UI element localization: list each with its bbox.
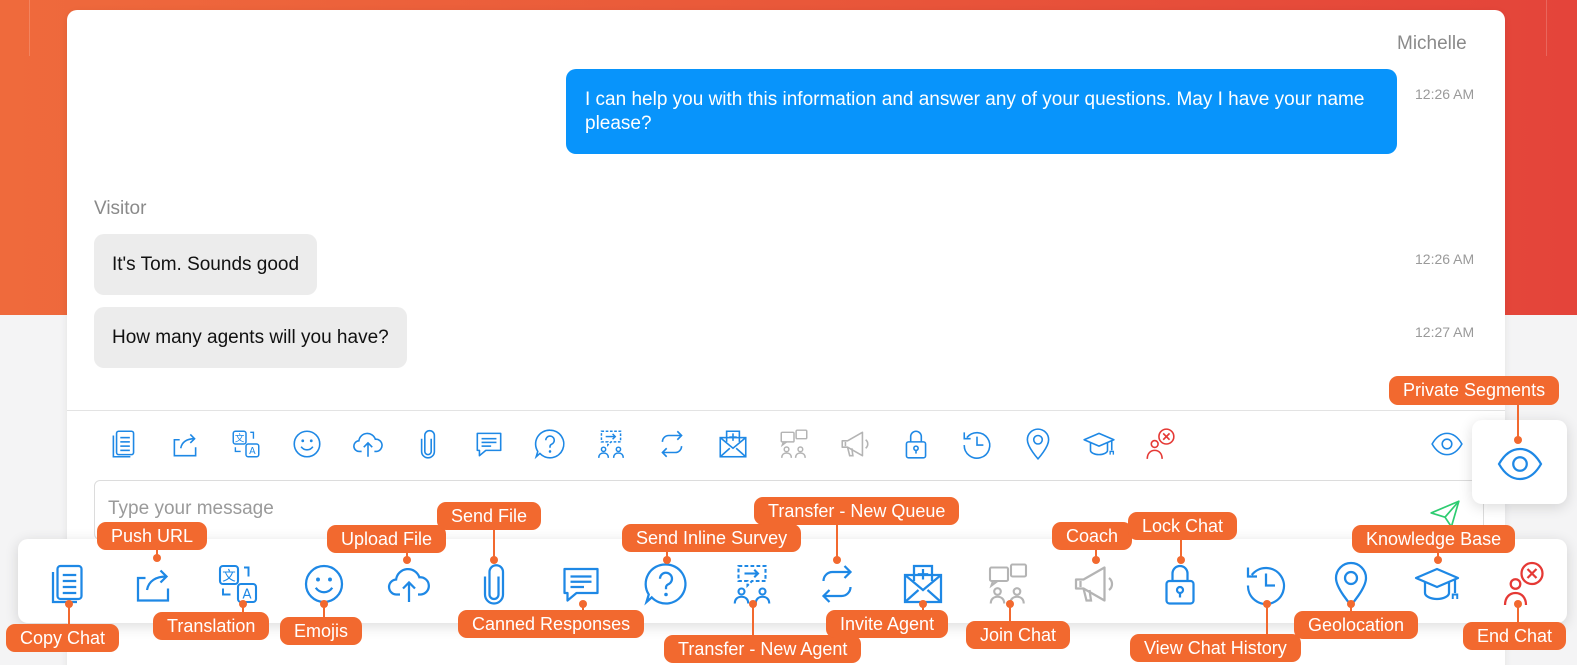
- callout-end-chat: End Chat: [1463, 622, 1567, 650]
- visitor-message-time: 12:26 AM: [1415, 251, 1475, 267]
- paperclip-icon: [470, 560, 518, 608]
- callout-knowledge-base: Knowledge Base: [1352, 525, 1516, 553]
- callout-coach: Coach: [1052, 522, 1133, 550]
- callout-dot: [153, 554, 161, 562]
- visitor-message-time: 12:27 AM: [1415, 324, 1475, 340]
- callout-transfer-new-queue: Transfer - New Queue: [754, 497, 960, 525]
- coach-icon[interactable]: [838, 427, 872, 461]
- transfer-new-agent-icon[interactable]: [594, 427, 628, 461]
- emoji-icon[interactable]: [290, 427, 324, 461]
- callout-dot: [833, 556, 841, 564]
- push-url-icon[interactable]: [168, 427, 202, 461]
- join-chat-icon[interactable]: [777, 427, 811, 461]
- callout-transfer-new-agent: Transfer - New Agent: [664, 635, 862, 663]
- end-chat-icon[interactable]: [1143, 427, 1177, 461]
- callout-dot: [1434, 556, 1442, 564]
- callout-send-file: Send File: [437, 502, 542, 530]
- callout-private-segments: Private Segments: [1389, 376, 1560, 405]
- callout-push-url: Push URL: [97, 522, 208, 550]
- push-url-icon: [129, 560, 177, 608]
- callout-dot: [239, 600, 247, 608]
- callout-dot: [1347, 600, 1355, 608]
- translation-icon[interactable]: [229, 427, 263, 461]
- agent-name: Michelle: [1397, 33, 1467, 54]
- visitor-message-bubble: It's Tom. Sounds good: [94, 234, 318, 295]
- end-chat-icon: [1499, 560, 1547, 608]
- callout-emojis: Emojis: [280, 617, 363, 645]
- knowledge-base-icon: [1413, 560, 1461, 608]
- callout-dot: [1177, 556, 1185, 564]
- transfer-new-queue-icon: [813, 560, 861, 608]
- callout-dot: [663, 556, 671, 564]
- visitor-name: Visitor: [94, 198, 147, 219]
- callout-dot: [1263, 600, 1271, 608]
- inline-survey-icon: [642, 560, 690, 608]
- callout-dot: [490, 556, 498, 564]
- callout-dot: [403, 556, 411, 564]
- callout-dot: [1006, 600, 1014, 608]
- callout-send-inline-survey: Send Inline Survey: [622, 524, 802, 552]
- eye-icon: [1496, 440, 1544, 488]
- upload-file-icon: [385, 560, 433, 608]
- callout-geolocation: Geolocation: [1294, 611, 1419, 639]
- knowledge-base-icon[interactable]: [1082, 427, 1116, 461]
- eye-icon[interactable]: [1430, 427, 1464, 461]
- callout-leader: [1266, 604, 1268, 636]
- transfer-new-queue-icon[interactable]: [655, 427, 689, 461]
- callout-translation: Translation: [153, 612, 270, 640]
- paperclip-icon[interactable]: [411, 427, 445, 461]
- callout-dot: [1514, 600, 1522, 608]
- callout-leader: [1517, 404, 1519, 440]
- callout-dot: [320, 600, 328, 608]
- inline-survey-icon[interactable]: [533, 427, 567, 461]
- background-divider: [29, 0, 30, 56]
- lock-chat-icon[interactable]: [899, 427, 933, 461]
- callout-dot: [919, 600, 927, 608]
- coach-icon: [1070, 560, 1118, 608]
- callout-lock-chat: Lock Chat: [1128, 512, 1238, 540]
- background-divider: [1546, 0, 1547, 56]
- translation-icon: [214, 560, 262, 608]
- copy-chat-icon[interactable]: [107, 427, 141, 461]
- callout-leader: [752, 604, 754, 636]
- invite-agent-icon[interactable]: [716, 427, 750, 461]
- callout-copy-chat: Copy Chat: [6, 624, 120, 652]
- callout-dot: [579, 600, 587, 608]
- canned-responses-icon[interactable]: [472, 427, 506, 461]
- upload-file-icon[interactable]: [351, 427, 385, 461]
- agent-message-time: 12:26 AM: [1415, 86, 1475, 102]
- callout-canned-responses: Canned Responses: [458, 610, 645, 638]
- visitor-message-bubble: How many agents will you have?: [94, 307, 407, 368]
- callout-leader: [836, 524, 838, 560]
- agent-message-bubble: I can help you with this information and…: [566, 69, 1397, 154]
- callout-dot: [1092, 556, 1100, 564]
- callout-dot: [65, 600, 73, 608]
- geolocation-icon[interactable]: [1021, 427, 1055, 461]
- callout-view-chat-history: View Chat History: [1130, 634, 1301, 662]
- callout-dot: [1514, 436, 1522, 444]
- callout-upload-file: Upload File: [327, 525, 447, 553]
- toolbar-divider: [67, 410, 1505, 411]
- callout-join-chat: Join Chat: [966, 621, 1071, 649]
- callout-invite-agent: Invite Agent: [826, 610, 949, 638]
- history-icon[interactable]: [960, 427, 994, 461]
- callout-dot: [749, 600, 757, 608]
- lock-chat-icon: [1156, 560, 1204, 608]
